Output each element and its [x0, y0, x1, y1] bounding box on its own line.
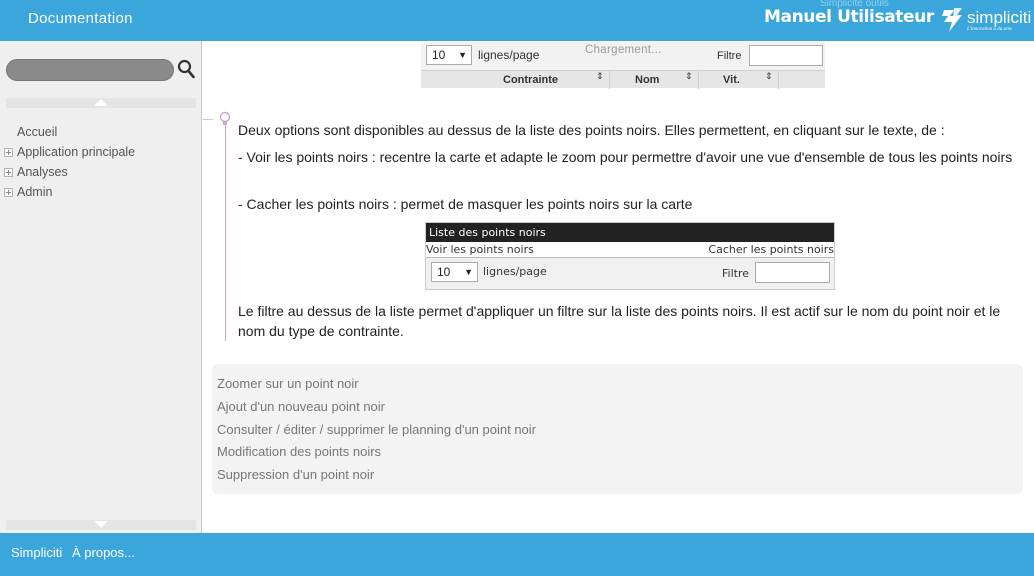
- expand-icon[interactable]: [4, 148, 13, 157]
- sort-icon: ⇕: [685, 72, 693, 82]
- sidebar-item-label: Accueil: [17, 125, 58, 139]
- column-divider: [609, 71, 610, 89]
- related-link-delete[interactable]: Suppression d'un point noir: [217, 464, 1023, 487]
- manual-title: Manuel Utilisateur: [764, 7, 934, 27]
- sidebar-nav: Accueil Application principale Analyses …: [4, 125, 135, 205]
- footer-simpliciti-link[interactable]: Simpliciti: [11, 545, 62, 560]
- hide-points-link: Cacher les points noirs: [708, 243, 834, 256]
- related-links-box: Zoomer sur un point noir Ajout d'un nouv…: [212, 364, 1023, 494]
- expand-icon[interactable]: [4, 188, 13, 197]
- column-header: Nom: [635, 74, 660, 86]
- page-size-select: 10 ▼: [431, 262, 478, 282]
- page-size-value: 10: [437, 265, 451, 279]
- expand-icon[interactable]: [4, 168, 13, 177]
- sidebar-item-label: Application principale: [17, 145, 136, 159]
- sidebar-item-application-principale[interactable]: Application principale: [4, 145, 135, 165]
- sort-icon: ⇕: [596, 72, 604, 82]
- list-screenshot-top: 10 ▼ lignes/page Chargement... Filtre Con…: [421, 42, 825, 89]
- scroll-up-button[interactable]: [6, 98, 196, 108]
- intro-paragraph: Deux options sont disponibles au dessus …: [238, 122, 945, 138]
- footer-about-link[interactable]: À propos...: [72, 545, 135, 560]
- list-title: Liste des points noirs: [429, 226, 546, 239]
- logo-tagline: L'innovation à du sens: [967, 27, 1013, 32]
- show-points-link: Voir les points noirs: [426, 243, 534, 256]
- search-input[interactable]: [6, 59, 174, 81]
- simpliciti-logo[interactable]: simpliciti L'innovation à du sens: [940, 6, 1032, 36]
- dropdown-arrow-icon: ▼: [458, 50, 467, 60]
- lines-per-page-label: lignes/page: [483, 265, 547, 278]
- related-link-modify[interactable]: Modification des points noirs: [217, 441, 1023, 464]
- sidebar-item-label: Admin: [17, 185, 53, 199]
- column-divider: [698, 71, 699, 89]
- option-show-paragraph: - Voir les points noirs : recentre la ca…: [238, 149, 1013, 165]
- documentation-link[interactable]: Documentation: [28, 10, 133, 27]
- related-link-add[interactable]: Ajout d'un nouveau point noir: [217, 396, 1023, 419]
- sidebar-item-admin[interactable]: Admin: [4, 185, 135, 205]
- sidebar-item-analyses[interactable]: Analyses: [4, 165, 135, 185]
- filter-field: [749, 45, 823, 66]
- timeline-line: [225, 119, 226, 341]
- related-link-planning[interactable]: Consulter / éditer / supprimer le planni…: [217, 419, 1023, 442]
- page-size-value: 10: [432, 48, 446, 62]
- page-size-select: 10 ▼: [426, 45, 472, 65]
- list-title-bar: Liste des points noirs: [426, 223, 834, 242]
- logo-name: simpliciti: [967, 8, 1032, 27]
- sidebar-item-label: Analyses: [17, 165, 68, 179]
- sidebar-item-accueil[interactable]: Accueil: [4, 125, 135, 145]
- logo-mark-icon: [942, 8, 962, 32]
- lines-per-page-label: lignes/page: [478, 48, 540, 62]
- main-content: 10 ▼ lignes/page Chargement... Filtre Con…: [203, 41, 1034, 533]
- option-hide-paragraph: - Cacher les points noirs : permet de ma…: [238, 196, 693, 212]
- column-header: Contrainte: [503, 74, 558, 86]
- table-header: Contrainte ⇕ Nom ⇕ Vit. ⇕: [421, 70, 825, 89]
- footer-bar: Simpliciti À propos...: [0, 533, 1034, 576]
- column-divider: [778, 71, 779, 89]
- filter-field: [755, 262, 830, 283]
- filter-paragraph: Le filtre au dessus de la liste permet d…: [238, 303, 1001, 339]
- lightbulb-icon: [219, 111, 231, 125]
- column-header: Vit.: [723, 74, 740, 86]
- filter-label: Filtre: [722, 267, 750, 280]
- loading-text: Chargement...: [585, 44, 662, 56]
- sidebar: Accueil Application principale Analyses …: [0, 41, 202, 533]
- dropdown-arrow-icon: ▼: [464, 267, 473, 277]
- timeline-tick: [203, 119, 213, 120]
- search-icon[interactable]: [177, 59, 195, 79]
- related-link-zoom[interactable]: Zoomer sur un point noir: [217, 373, 1023, 396]
- sort-icon: ⇕: [765, 72, 773, 82]
- scroll-down-button[interactable]: [6, 520, 196, 530]
- top-bar: Documentation Simplicité outils Manuel U…: [0, 0, 1034, 41]
- list-options-row: Voir les points noirs Cacher les points …: [426, 242, 834, 258]
- list-screenshot-options: Liste des points noirs Voir les points n…: [425, 222, 835, 290]
- filter-label: Filtre: [717, 50, 742, 62]
